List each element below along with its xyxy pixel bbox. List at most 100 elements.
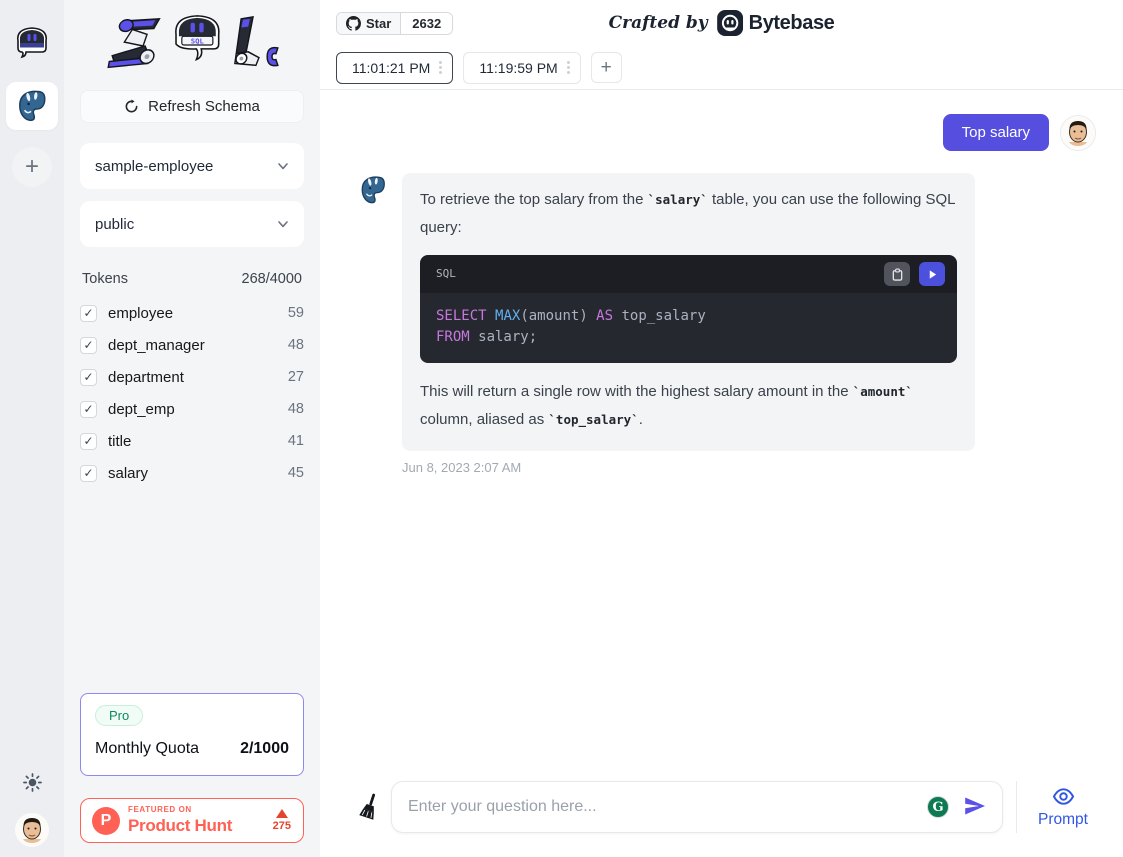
sqlchat-logo: SQL [80,0,304,90]
quota-value: 2/1000 [240,740,289,758]
assistant-outro-text: This will return a single row with the h… [420,378,957,434]
conversation-tab-2[interactable]: 11:19:59 PM [463,52,580,84]
send-icon [963,794,987,818]
tab-label: 11:19:59 PM [479,60,557,76]
assistant-message-bubble: To retrieve the top salary from the `sal… [402,173,975,451]
product-hunt-name: Product Hunt [128,816,232,836]
prompt-button[interactable]: Prompt [1016,781,1109,833]
code-line: FROM salary; [436,327,941,348]
conversation-tab-1[interactable]: 11:01:21 PM [336,52,453,84]
table-row-employee: ✓ employee 59 [80,297,304,329]
crafted-by: Crafted by Bytebase [609,10,835,36]
tab-menu-kebab-icon[interactable] [566,59,571,76]
github-icon [346,16,361,31]
bytebase-name: Bytebase [749,12,835,35]
product-hunt-featured-label: FEATURED ON [128,805,232,814]
inline-code: `salary` [648,192,708,207]
sidebar: SQL Refresh Schema sample-e [64,0,320,857]
question-input[interactable] [408,798,927,816]
user-avatar [1060,115,1096,151]
composer: G Prompt [320,773,1123,857]
table-name: dept_manager [108,337,205,354]
github-star-button[interactable]: Star 2632 [336,12,453,35]
table-token-count: 48 [288,401,304,417]
database-select-value: sample-employee [95,158,213,175]
table-row-dept_emp: ✓ dept_emp 48 [80,393,304,425]
table-checkbox[interactable]: ✓ [80,401,97,418]
clipboard-icon [891,268,904,281]
conversation-item-postgres[interactable] [6,82,58,130]
refresh-icon [124,99,139,114]
app: + [0,0,1123,857]
table-row-salary: ✓salary45 [80,457,304,489]
code-line: SELECT MAX(amount) AS top_salary [436,306,941,327]
table-token-count: 45 [288,465,304,481]
tab-menu-kebab-icon[interactable] [438,59,443,76]
table-name: dept_emp [108,401,175,418]
sqlchat-bot-icon[interactable] [13,26,51,66]
prompt-label: Prompt [1038,811,1088,829]
table-checkbox[interactable]: ✓ [80,433,97,450]
pro-badge: Pro [95,705,143,726]
table-name: department [108,369,184,386]
theme-toggle-sun-icon[interactable] [23,773,42,795]
user-message-bubble: Top salary [943,114,1049,151]
assistant-message-row: To retrieve the top salary from the `sal… [358,173,1096,451]
refresh-schema-button[interactable]: Refresh Schema [80,90,304,123]
account-avatar[interactable] [15,813,49,847]
quota-row: Monthly Quota 2/1000 [95,740,289,758]
product-hunt-logo: P [92,807,120,835]
chevron-down-icon [276,217,290,231]
icon-rail: + [0,0,64,857]
grammarly-icon[interactable]: G [927,796,949,818]
code-block-header: SQL [420,255,957,293]
table-checkbox[interactable]: ✓ [80,369,97,386]
eye-icon [1052,785,1075,808]
quota-label: Monthly Quota [95,740,199,758]
sql-code-block: SQL [420,255,957,363]
table-token-count: 48 [288,337,304,353]
copy-code-button[interactable] [884,262,910,286]
code-language-label: SQL [436,260,456,288]
chevron-down-icon [276,159,290,173]
table-name: employee [108,305,173,322]
assistant-intro-text: To retrieve the top salary from the `sal… [420,186,957,242]
assistant-avatar-postgresql [358,175,388,205]
table-token-count: 41 [288,433,304,449]
bytebase-logo [717,10,743,36]
question-input-wrap: G [391,781,1003,833]
run-query-button[interactable] [919,262,945,286]
inline-code: `top_salary` [548,412,638,427]
table-row-dept_manager: ✓ dept_manager 48 [80,329,304,361]
add-tab-button[interactable]: + [591,52,622,83]
inline-code: `amount` [853,384,913,399]
product-hunt-badge[interactable]: P FEATURED ON Product Hunt 275 [80,798,304,843]
conversation-tabs: 11:01:21 PM 11:19:59 PM + [320,46,1123,90]
refresh-schema-label: Refresh Schema [148,98,260,115]
bytebase-link[interactable]: Bytebase [717,10,835,36]
tokens-label: Tokens [82,271,128,287]
new-conversation-button[interactable]: + [12,147,52,187]
table-list: ✓employee59✓dept_manager48✓department27✓… [80,297,304,489]
table-row-title: ✓title41 [80,425,304,457]
table-checkbox[interactable]: ✓ [80,337,97,354]
database-select[interactable]: sample-employee [80,143,304,189]
clear-conversation-broom-icon[interactable] [358,792,382,823]
main-panel: Star 2632 Crafted by Bytebase [320,0,1123,857]
product-hunt-upvotes: 275 [273,809,293,832]
tab-label: 11:01:21 PM [352,60,430,76]
play-icon [927,269,938,280]
star-count: 2632 [400,13,452,34]
table-token-count: 59 [288,305,304,321]
table-checkbox[interactable]: ✓ [80,465,97,482]
schema-select[interactable]: public [80,201,304,247]
table-row-department: ✓department27 [80,361,304,393]
tokens-row: Tokens 268/4000 [82,271,302,287]
upvote-count: 275 [273,820,291,832]
code-body: SELECT MAX(amount) AS top_salaryFROM sal… [420,293,957,363]
schema-select-value: public [95,216,134,233]
table-checkbox[interactable]: ✓ [80,305,97,322]
postgresql-logo [15,89,49,123]
star-label: Star [366,16,391,31]
send-button[interactable] [961,794,989,821]
